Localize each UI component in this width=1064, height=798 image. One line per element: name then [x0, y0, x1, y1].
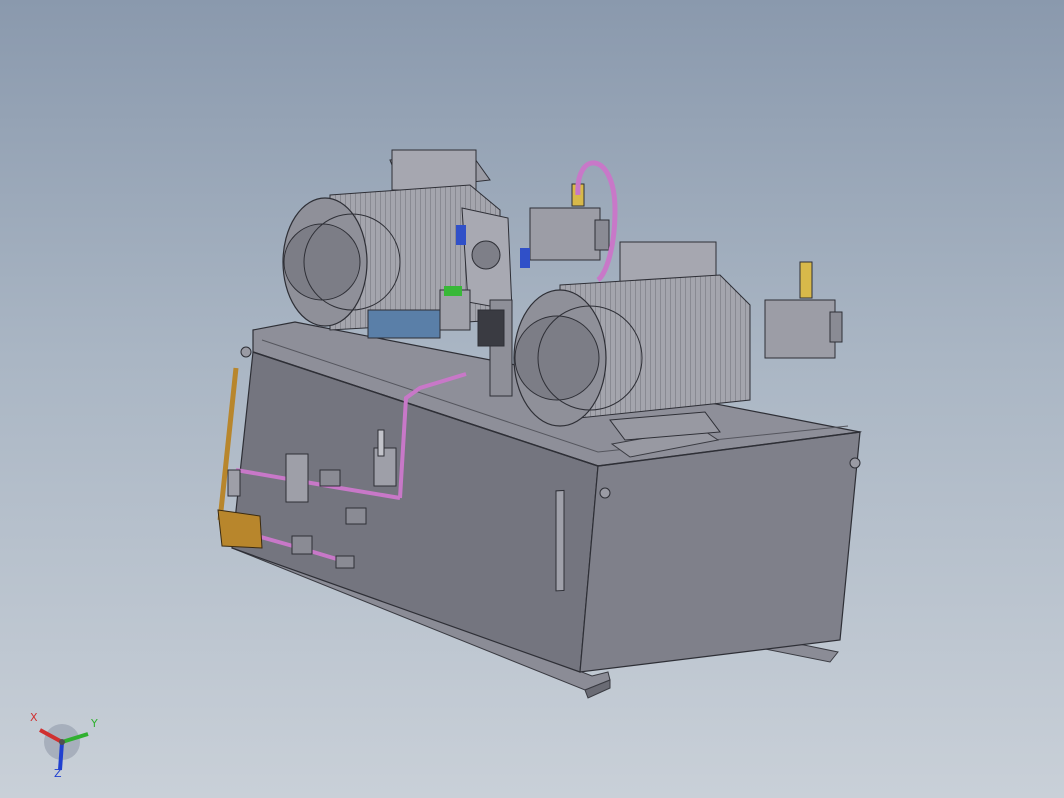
- cad-graphics-viewport[interactable]: X Y Z: [0, 0, 1064, 798]
- z-axis-label: Z: [54, 767, 62, 780]
- y-axis-label: Y: [91, 717, 98, 730]
- hydraulic-power-unit-model[interactable]: [0, 0, 1064, 798]
- orientation-triad[interactable]: X Y Z: [26, 708, 106, 788]
- x-axis-label: X: [30, 711, 38, 724]
- hydraulic-pump-rear: [529, 183, 610, 261]
- hydraulic-pump-front: [764, 261, 843, 359]
